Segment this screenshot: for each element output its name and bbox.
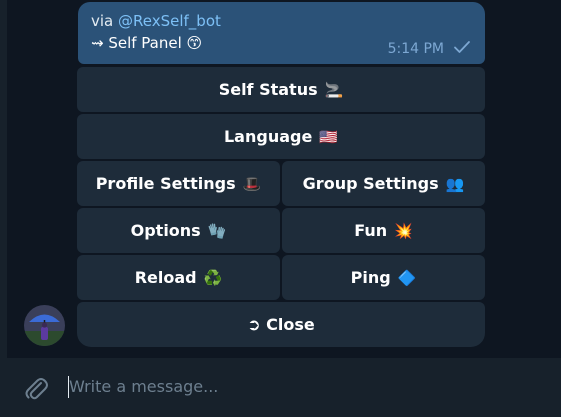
via-prefix: via xyxy=(91,12,119,30)
glove-icon: 🧤 xyxy=(207,221,227,240)
paperclip-icon[interactable] xyxy=(23,374,49,402)
people-icon: 👥 xyxy=(445,174,465,193)
composer-bar: Write a message... xyxy=(0,358,561,417)
group-settings-button[interactable]: Group Settings 👥 xyxy=(282,161,485,206)
via-bot-link[interactable]: @RexSelf_bot xyxy=(118,12,221,30)
profile-settings-label: Profile Settings xyxy=(95,174,236,193)
via-bot-line: via @RexSelf_bot xyxy=(91,12,221,30)
group-settings-label: Group Settings xyxy=(302,174,439,193)
reload-button[interactable]: Reload ♻️ xyxy=(77,255,280,300)
message-time: 5:14 PM xyxy=(387,41,444,57)
reload-label: Reload xyxy=(134,268,197,287)
avatar[interactable] xyxy=(24,305,65,346)
self-status-button[interactable]: Self Status 🚬 xyxy=(77,67,485,112)
cigarette-icon: 🚬 xyxy=(324,80,344,99)
options-label: Options xyxy=(130,221,201,240)
fun-button[interactable]: Fun 💥 xyxy=(282,208,485,253)
check-icon xyxy=(454,41,470,53)
recycle-icon: ♻️ xyxy=(203,268,223,287)
message-text: ⇝ Self Panel 😙 xyxy=(91,34,203,52)
top-hat-icon: 🎩 xyxy=(242,174,262,193)
fun-label: Fun xyxy=(354,221,388,240)
close-label: ➲ Close xyxy=(247,315,315,334)
profile-settings-button[interactable]: Profile Settings 🎩 xyxy=(77,161,280,206)
blue-diamond-icon: 🔷 xyxy=(397,268,417,287)
us-flag-icon: 🇺🇸 xyxy=(319,127,338,146)
language-button[interactable]: Language 🇺🇸 xyxy=(77,114,485,159)
language-label: Language xyxy=(223,127,313,146)
close-button[interactable]: ➲ Close xyxy=(77,302,485,347)
ping-button[interactable]: Ping 🔷 xyxy=(282,255,485,300)
ping-label: Ping xyxy=(350,268,391,287)
message-input[interactable]: Write a message... xyxy=(69,374,539,400)
self-status-label: Self Status xyxy=(218,80,318,99)
collision-icon: 💥 xyxy=(394,221,413,240)
chat-area: via @RexSelf_bot ⇝ Self Panel 😙 5:14 PM … xyxy=(0,0,561,358)
avatar-image xyxy=(24,305,65,346)
message-bubble[interactable]: via @RexSelf_bot ⇝ Self Panel 😙 5:14 PM xyxy=(78,2,485,64)
options-button[interactable]: Options 🧤 xyxy=(77,208,280,253)
chat-list-edge xyxy=(0,0,7,358)
